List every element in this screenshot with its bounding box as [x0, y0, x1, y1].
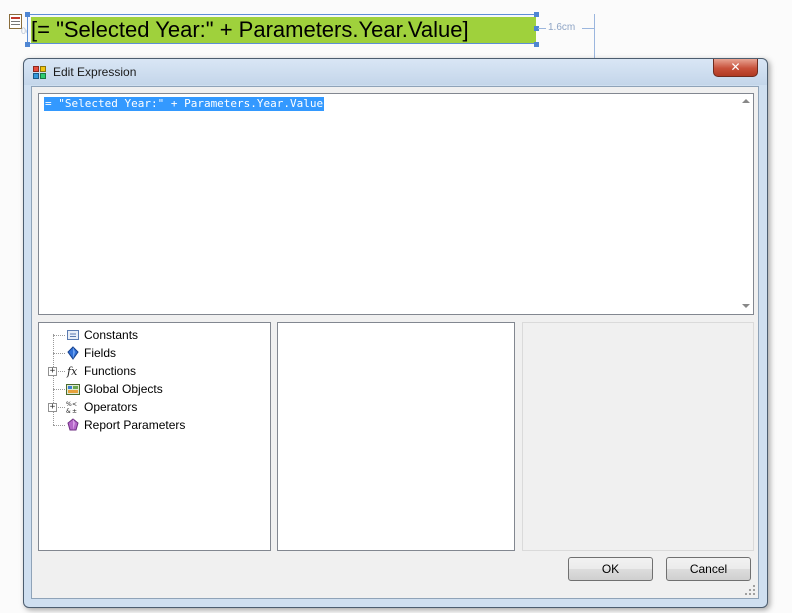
tree-label-fields: Fields [84, 346, 117, 360]
dialog-titlebar[interactable]: Edit Expression ✕ [24, 59, 767, 85]
tree-label-global-objects: Global Objects [84, 382, 163, 396]
description-pane [522, 322, 754, 551]
functions-icon: fx [66, 365, 78, 378]
svg-text:±: ± [72, 408, 77, 414]
textbox-expression-text: [= "Selected Year:" + Parameters.Year.Va… [31, 17, 469, 42]
tree-branch [53, 425, 65, 426]
resize-grip-icon[interactable] [745, 585, 755, 595]
expression-app-icon [33, 66, 46, 79]
textbox-content: [= "Selected Year:" + Parameters.Year.Va… [31, 17, 536, 43]
global-objects-icon [66, 384, 80, 395]
tree-branch [53, 335, 65, 336]
resize-handle-bottom-left[interactable] [25, 42, 30, 47]
fields-icon [67, 346, 79, 360]
tree-item-fields[interactable]: Fields [39, 344, 269, 362]
operators-icon: % < & ± [66, 401, 77, 414]
ok-button[interactable]: OK [568, 557, 653, 581]
resize-handle-bottom-right[interactable] [534, 42, 539, 47]
expand-functions-icon[interactable]: + [48, 367, 57, 376]
svg-text:fx: fx [66, 365, 78, 378]
tree-branch [53, 389, 65, 390]
dimension-line-left [538, 28, 546, 29]
tree-item-global-objects[interactable]: Global Objects [39, 380, 269, 398]
selected-textbox[interactable]: [= "Selected Year:" + Parameters.Year.Va… [27, 14, 536, 44]
tree-item-report-parameters[interactable]: Report Parameters [39, 416, 269, 434]
resize-handle-top-left[interactable] [25, 12, 30, 17]
svg-text:<: < [72, 401, 77, 408]
category-tree[interactable]: Constants Fields + fx Functions Global O… [38, 322, 271, 551]
scroll-up-icon[interactable] [742, 99, 750, 103]
svg-text:&: & [66, 408, 71, 414]
dimension-line-right [582, 28, 594, 29]
constants-icon [67, 330, 79, 340]
expression-scrollbar[interactable] [739, 94, 753, 314]
close-button[interactable]: ✕ [713, 59, 758, 77]
report-parameters-icon [67, 418, 79, 431]
dialog-client-area: = "Selected Year:" + Parameters.Year.Val… [31, 86, 759, 599]
scroll-down-icon[interactable] [742, 304, 750, 308]
close-icon: ✕ [730, 60, 741, 74]
tree-label-functions: Functions [84, 364, 137, 378]
tree-item-operators[interactable]: + % < & ± Operators [39, 398, 269, 416]
tree-label-operators: Operators [84, 400, 138, 414]
expression-editor[interactable]: = "Selected Year:" + Parameters.Year.Val… [38, 93, 754, 315]
items-list[interactable] [277, 322, 515, 551]
tree-label-report-parameters: Report Parameters [84, 418, 186, 432]
dialog-title: Edit Expression [53, 65, 137, 79]
tree-item-constants[interactable]: Constants [39, 326, 269, 344]
tree-item-functions[interactable]: + fx Functions [39, 362, 269, 380]
expression-text-selected[interactable]: = "Selected Year:" + Parameters.Year.Val… [44, 97, 325, 111]
width-dimension-label: 1.6cm [548, 22, 576, 33]
tree-label-constants: Constants [84, 328, 139, 342]
cancel-button[interactable]: Cancel [666, 557, 751, 581]
resize-handle-top-right[interactable] [534, 12, 539, 17]
tree-branch [53, 353, 65, 354]
edit-expression-dialog: Edit Expression ✕ = "Selected Year:" + P… [23, 58, 768, 608]
dimension-tick [594, 14, 595, 58]
expand-operators-icon[interactable]: + [48, 403, 57, 412]
